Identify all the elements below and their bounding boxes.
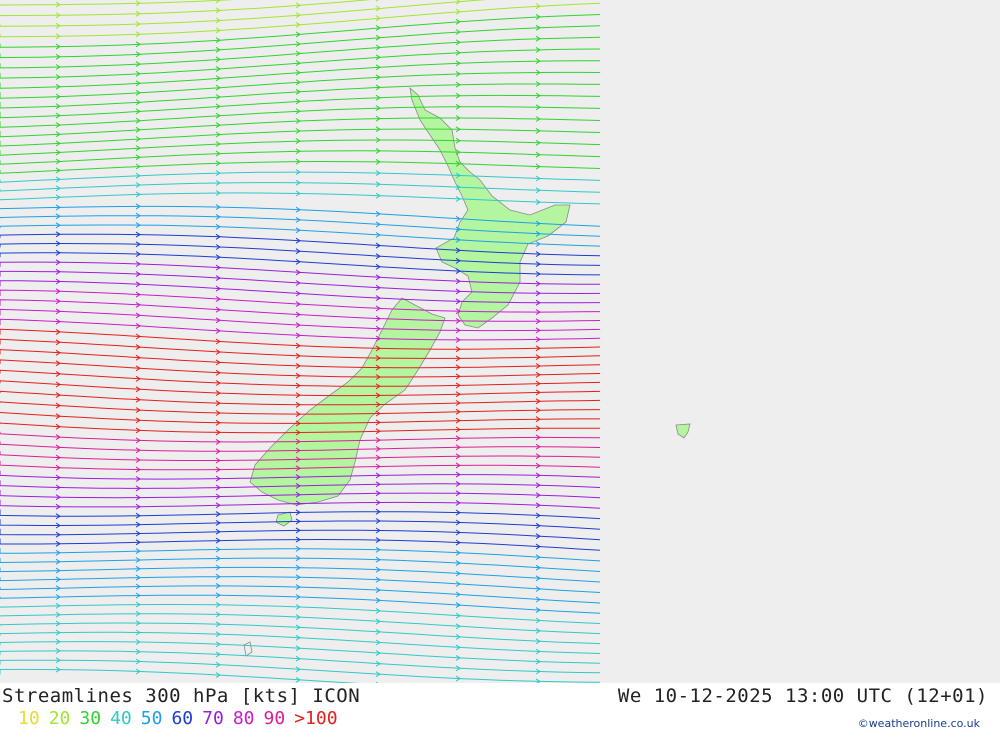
legend-item: 30 — [79, 708, 102, 729]
legend-item: 70 — [202, 708, 224, 729]
legend-item: >100 — [294, 708, 338, 729]
legend-item: 40 — [110, 708, 132, 729]
streamline-map — [0, 0, 1000, 683]
credit-link[interactable]: ©weatheronline.co.uk — [858, 717, 980, 730]
footer: Streamlines 300 hPa [kts] ICON We 10-12-… — [0, 683, 1000, 733]
valid-time: We 10-12-2025 13:00 UTC (12+01) — [617, 685, 988, 707]
legend-item: 10 — [18, 708, 40, 729]
legend-item: 20 — [48, 708, 71, 729]
map-title: Streamlines 300 hPa [kts] ICON — [2, 685, 361, 707]
legend-item: 90 — [263, 708, 286, 729]
map-background — [0, 0, 1000, 683]
legend-item: 50 — [140, 708, 163, 729]
legend-item: 60 — [171, 708, 194, 729]
legend-item: 80 — [232, 708, 255, 729]
speed-legend: 10 20 30 40 50 60 70 80 90 >100 — [18, 708, 347, 730]
